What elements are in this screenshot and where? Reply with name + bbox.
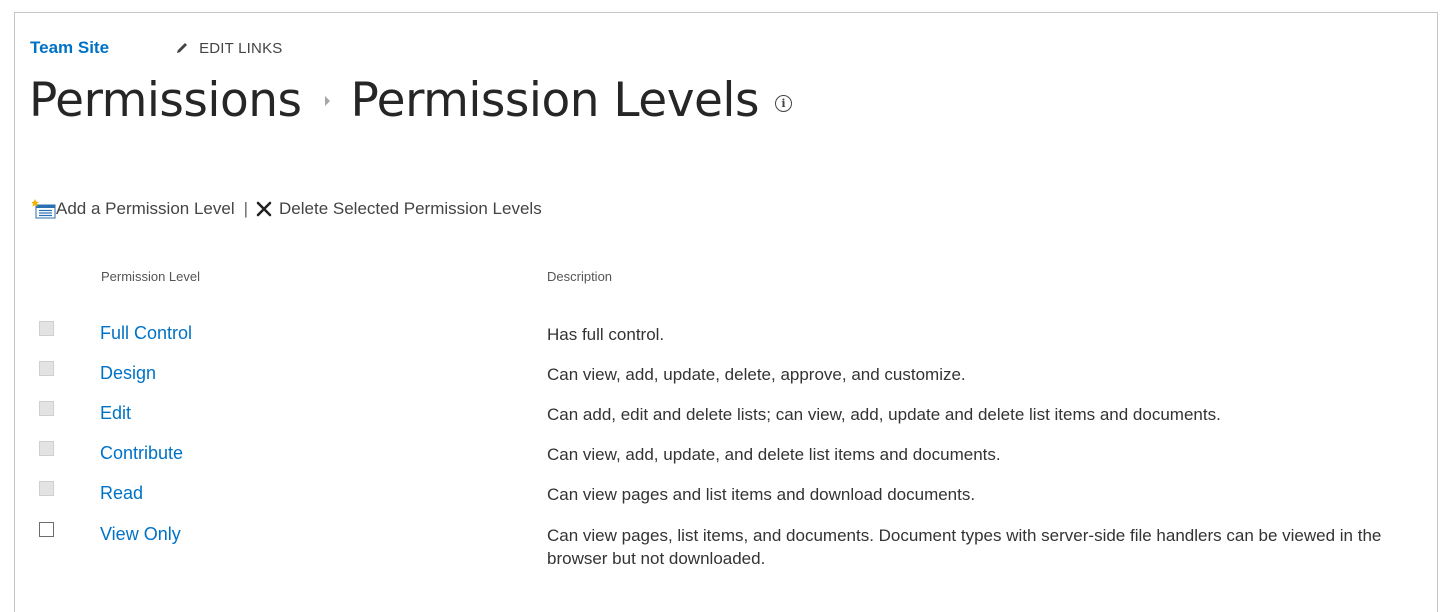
breadcrumb-parent[interactable]: Permissions <box>29 73 302 128</box>
site-title-link[interactable]: Team Site <box>30 38 109 58</box>
delete-permission-levels-label: Delete Selected Permission Levels <box>279 199 542 218</box>
page-title: Permissions Permission Levels i <box>29 73 792 128</box>
table-row: Contribute Can view, add, update, and del… <box>15 441 1439 483</box>
permission-level-link[interactable]: Design <box>100 363 156 384</box>
edit-links-button[interactable]: EDIT LINKS <box>175 40 282 57</box>
page-frame: Team Site EDIT LINKS Permissions Permiss… <box>14 12 1438 612</box>
info-icon[interactable]: i <box>774 95 792 112</box>
column-header-permission-level: Permission Level <box>101 269 200 284</box>
table-row: Full Control Has full control. <box>15 321 1439 363</box>
add-permission-level-button[interactable]: Add a Permission Level <box>32 199 235 219</box>
row-checkbox[interactable] <box>39 522 54 537</box>
top-navigation: Team Site EDIT LINKS <box>30 38 282 58</box>
permission-level-description: Has full control. <box>547 325 665 344</box>
permission-level-description: Can view, add, update, delete, approve, … <box>547 365 966 384</box>
table-row: Edit Can add, edit and delete lists; can … <box>15 401 1439 443</box>
permission-level-description: Can view pages, list items, and document… <box>547 526 1382 568</box>
row-checkbox[interactable] <box>39 361 54 376</box>
permission-level-link[interactable]: Read <box>100 483 143 504</box>
permission-level-link[interactable]: Contribute <box>100 443 183 464</box>
pencil-icon <box>177 43 188 53</box>
row-checkbox[interactable] <box>39 321 54 336</box>
breadcrumb-separator-icon <box>325 95 331 106</box>
permission-level-description: Can add, edit and delete lists; can view… <box>547 405 1221 424</box>
breadcrumb-current: Permission Levels <box>350 73 759 128</box>
row-checkbox[interactable] <box>39 481 54 496</box>
add-list-icon <box>32 199 56 219</box>
permission-level-link[interactable]: View Only <box>100 524 181 545</box>
permission-level-link[interactable]: Edit <box>100 403 131 424</box>
toolbar-divider: | <box>243 199 249 218</box>
delete-permission-levels-button[interactable]: Delete Selected Permission Levels <box>256 199 542 219</box>
column-header-description: Description <box>547 269 613 284</box>
permission-level-description: Can view, add, update, and delete list i… <box>547 445 1001 464</box>
toolbar: Add a Permission Level | Delete Selected… <box>32 199 542 219</box>
row-checkbox[interactable] <box>39 441 54 456</box>
table-row: Design Can view, add, update, delete, app… <box>15 361 1439 403</box>
permission-level-link[interactable]: Full Control <box>100 323 192 344</box>
permission-level-description: Can view pages and list items and downlo… <box>547 485 976 504</box>
add-permission-level-label: Add a Permission Level <box>56 199 235 218</box>
close-icon <box>256 201 272 217</box>
table-row: View Only Can view pages, list items, and… <box>15 522 1439 568</box>
row-checkbox[interactable] <box>39 401 54 416</box>
edit-links-label: EDIT LINKS <box>199 39 283 57</box>
table-row: Read Can view pages and list items and do… <box>15 481 1439 523</box>
